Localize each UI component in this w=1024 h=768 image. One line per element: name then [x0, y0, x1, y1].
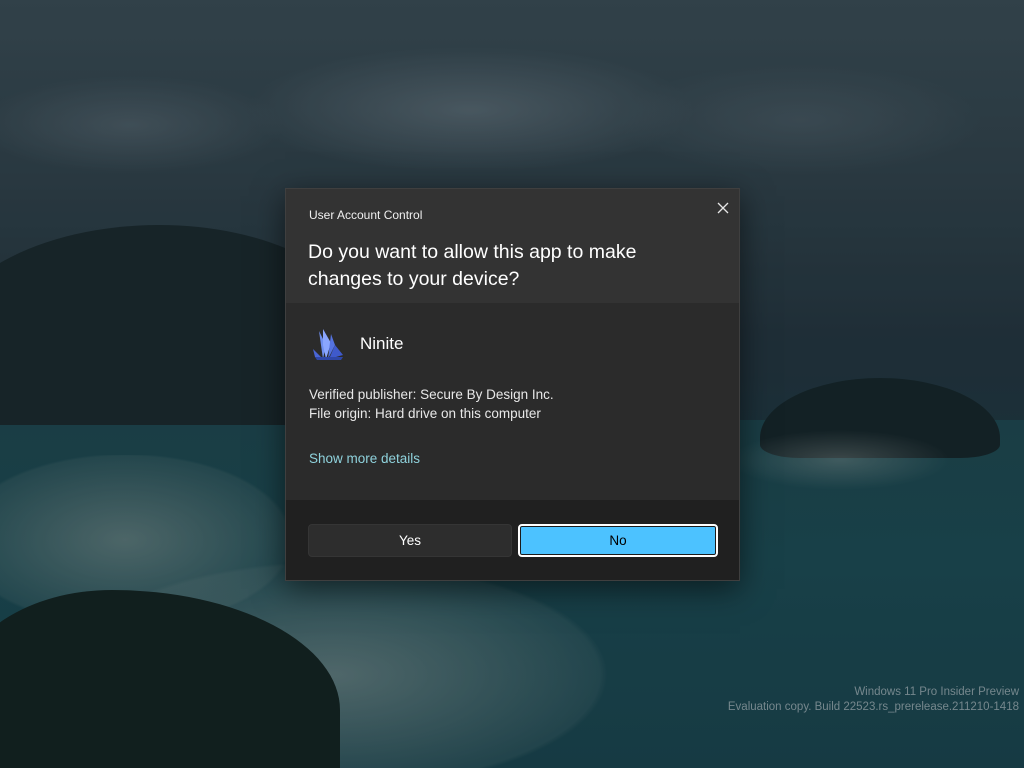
app-name: Ninite: [360, 334, 404, 353]
dialog-caption: User Account Control: [309, 208, 423, 222]
no-button[interactable]: No: [518, 524, 718, 557]
watermark-edition: Windows 11 Pro Insider Preview: [854, 686, 1019, 698]
app-info: Ninite: [309, 325, 403, 363]
verified-publisher: Verified publisher: Secure By Design Inc…: [309, 387, 554, 402]
app-details: Verified publisher: Secure By Design Inc…: [309, 385, 554, 423]
close-icon: [717, 202, 729, 214]
close-button[interactable]: [708, 196, 738, 220]
yes-button[interactable]: Yes: [308, 524, 512, 557]
dialog-header: User Account Control Do you want to allo…: [286, 189, 739, 303]
uac-dialog: User Account Control Do you want to allo…: [285, 188, 740, 581]
windows-watermark: Windows 11 Pro Insider Preview Evaluatio…: [728, 685, 1019, 715]
watermark-build: Evaluation copy. Build 22523.rs_prerelea…: [727, 701, 1019, 713]
show-more-details-link[interactable]: Show more details: [309, 451, 420, 466]
dialog-question: Do you want to allow this app to make ch…: [308, 241, 637, 290]
ninite-app-icon: [313, 329, 343, 360]
dialog-footer: Yes No: [286, 500, 739, 580]
file-origin: File origin: Hard drive on this computer: [309, 406, 541, 421]
